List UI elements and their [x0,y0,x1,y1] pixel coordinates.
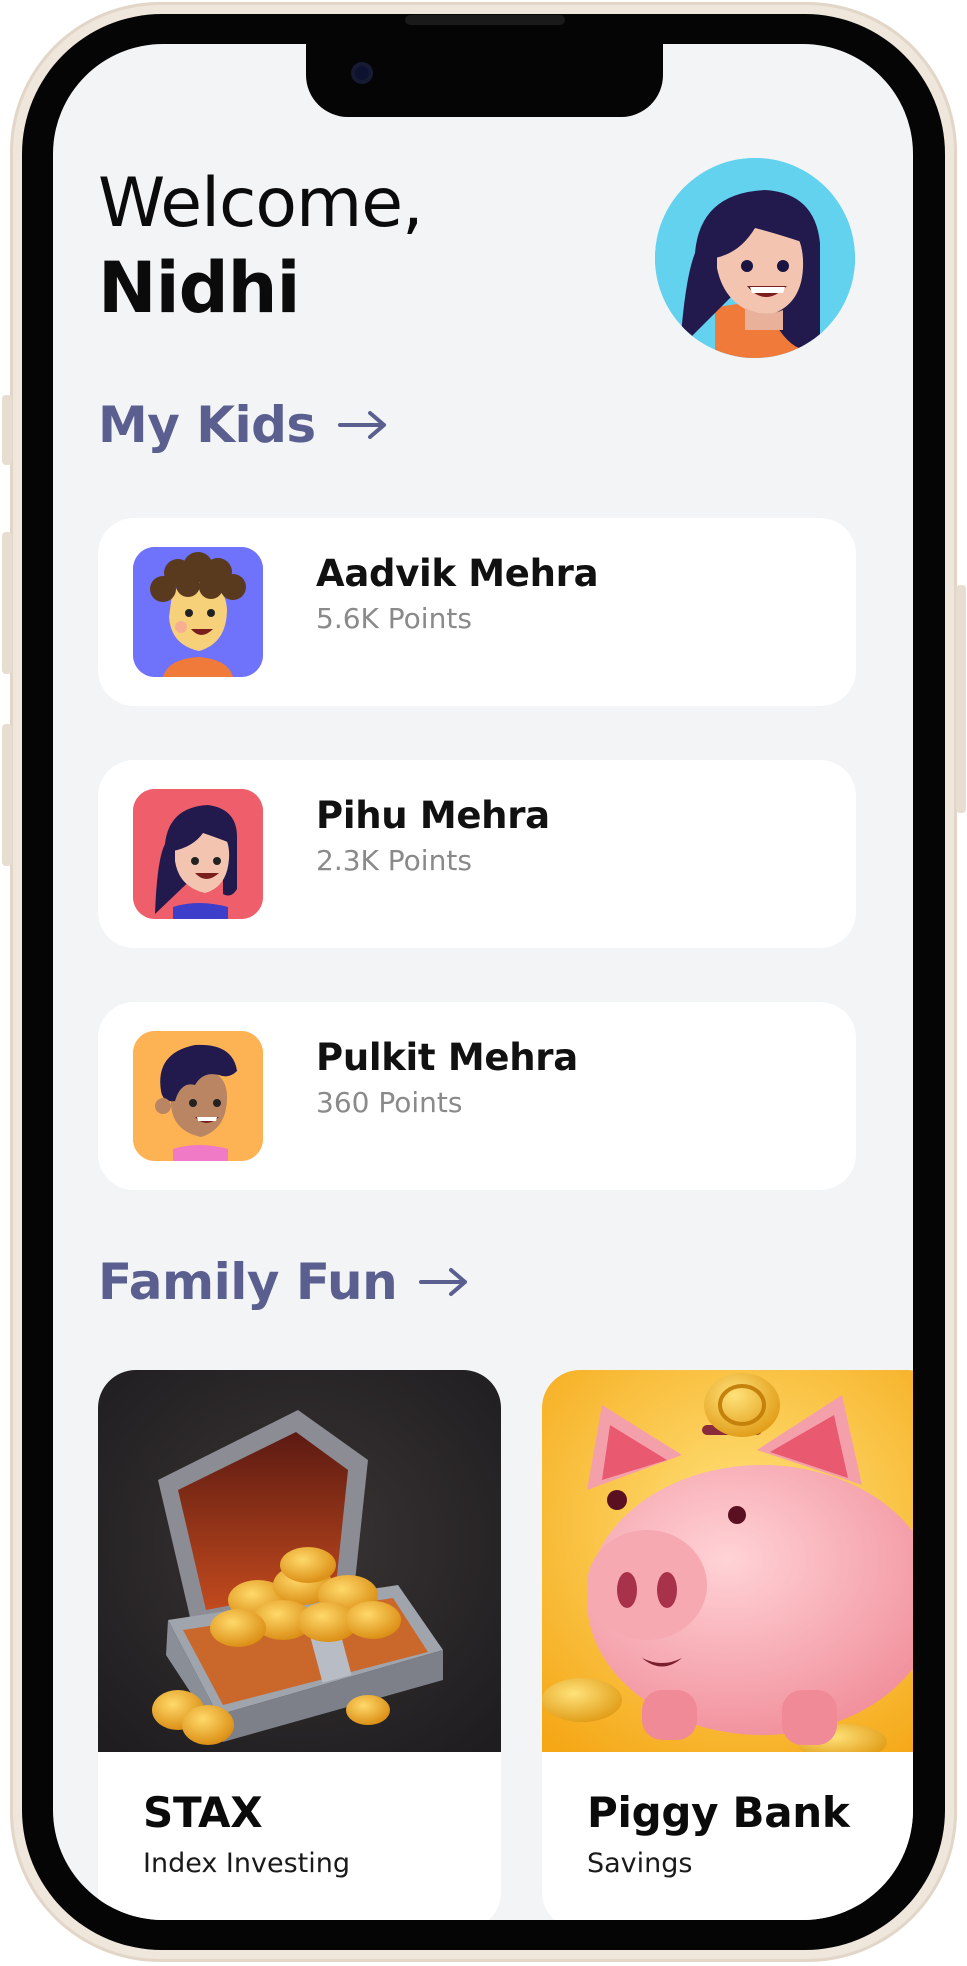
girl-avatar-icon [133,789,263,919]
welcome-greeting: Welcome, [98,164,424,243]
kid-avatar [133,1031,263,1161]
fun-card-subtitle: Savings [587,1848,693,1879]
piggy-bank-icon [542,1370,913,1752]
camera-notch [306,44,663,117]
kid-avatar [133,789,263,919]
welcome-header: Welcome, Nidhi [98,162,424,330]
kid-card[interactable]: Pihu Mehra 2.3K Points [98,760,856,948]
volume-down-button [2,724,12,866]
kid-card[interactable]: Pulkit Mehra 360 Points [98,1002,856,1190]
family-fun-link[interactable]: Family Fun [98,1253,469,1311]
kid-points: 360 Points [316,1086,463,1119]
kid-card[interactable]: Aadvik Mehra 5.6K Points [98,518,856,706]
piggy-bank-image [542,1370,913,1752]
volume-up-button [2,532,12,674]
girl-avatar-icon [655,158,855,358]
earpiece-speaker [405,15,565,25]
my-kids-title: My Kids [98,396,316,454]
fun-card-title: Piggy Bank [587,1788,850,1837]
kid-points: 2.3K Points [316,844,472,877]
fun-card-piggy-bank[interactable]: Piggy Bank Savings [542,1370,913,1920]
kid-name: Pulkit Mehra [316,1036,578,1079]
kid-points: 5.6K Points [316,602,472,635]
treasure-chest-icon [98,1370,501,1752]
kid-avatar [133,547,263,677]
arrow-right-icon [419,1267,469,1297]
power-button [956,585,966,813]
treasure-chest-image [98,1370,501,1752]
app-screen: Welcome, Nidhi My Kids Aadvik Mehra 5.6K… [53,44,913,1920]
fun-card-subtitle: Index Investing [143,1848,350,1879]
profile-avatar[interactable] [655,158,855,358]
boy-curly-avatar-icon [133,547,263,677]
boy-avatar-icon [133,1031,263,1161]
user-name: Nidhi [98,247,301,329]
kid-name: Aadvik Mehra [316,552,599,595]
mute-switch [2,395,12,465]
family-fun-title: Family Fun [98,1253,398,1311]
arrow-right-icon [337,410,388,440]
kid-name: Pihu Mehra [316,794,550,837]
my-kids-link[interactable]: My Kids [98,396,388,454]
fun-card-stax[interactable]: STAX Index Investing [98,1370,501,1920]
front-camera-icon [351,62,373,84]
fun-card-title: STAX [143,1788,263,1837]
